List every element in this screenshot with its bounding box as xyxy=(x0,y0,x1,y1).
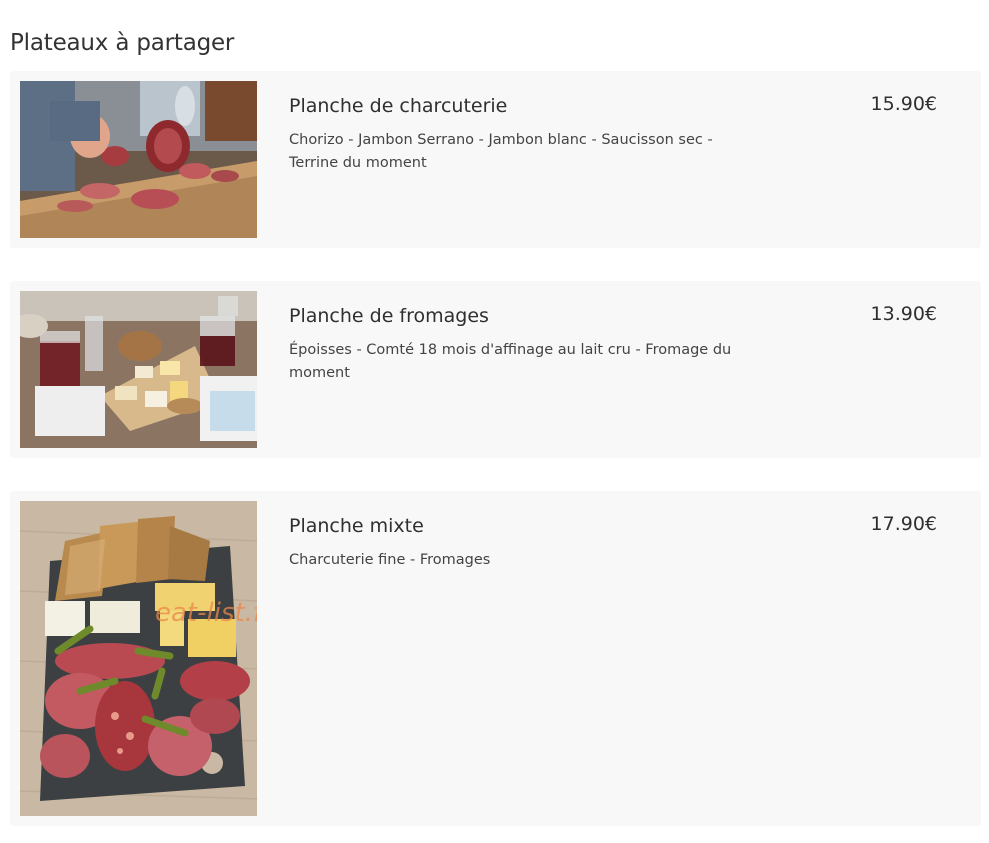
item-description: Chorizo - Jambon Serrano - Jambon blanc … xyxy=(289,132,713,171)
item-description: Charcuterie fine - Fromages xyxy=(289,552,491,568)
item-name: Planche de charcuterie xyxy=(289,95,508,117)
cheese-board-photo[interactable] xyxy=(20,291,257,448)
item-price: 13.90€ xyxy=(870,303,937,325)
section-title: Plateaux à partager xyxy=(10,30,235,56)
menu-item-charcuterie[interactable]: Planche de charcuterie Chorizo - Jambon … xyxy=(10,71,981,248)
menu-item-mixte[interactable]: eat-list.fr Planche mixte Charcuterie fi… xyxy=(10,491,981,826)
item-price: 15.90€ xyxy=(870,93,937,115)
menu-item-fromages[interactable]: Planche de fromages Époisses - Comté 18 … xyxy=(10,281,981,458)
watermark-text: eat-list.fr xyxy=(155,598,257,628)
charcuterie-board-photo[interactable] xyxy=(20,81,257,238)
mixed-board-photo[interactable]: eat-list.fr xyxy=(20,501,257,816)
item-price: 17.90€ xyxy=(870,513,937,535)
item-name: Planche de fromages xyxy=(289,305,489,327)
item-name: Planche mixte xyxy=(289,515,424,537)
item-description: Époisses - Comté 18 mois d'affinage au l… xyxy=(289,342,732,381)
